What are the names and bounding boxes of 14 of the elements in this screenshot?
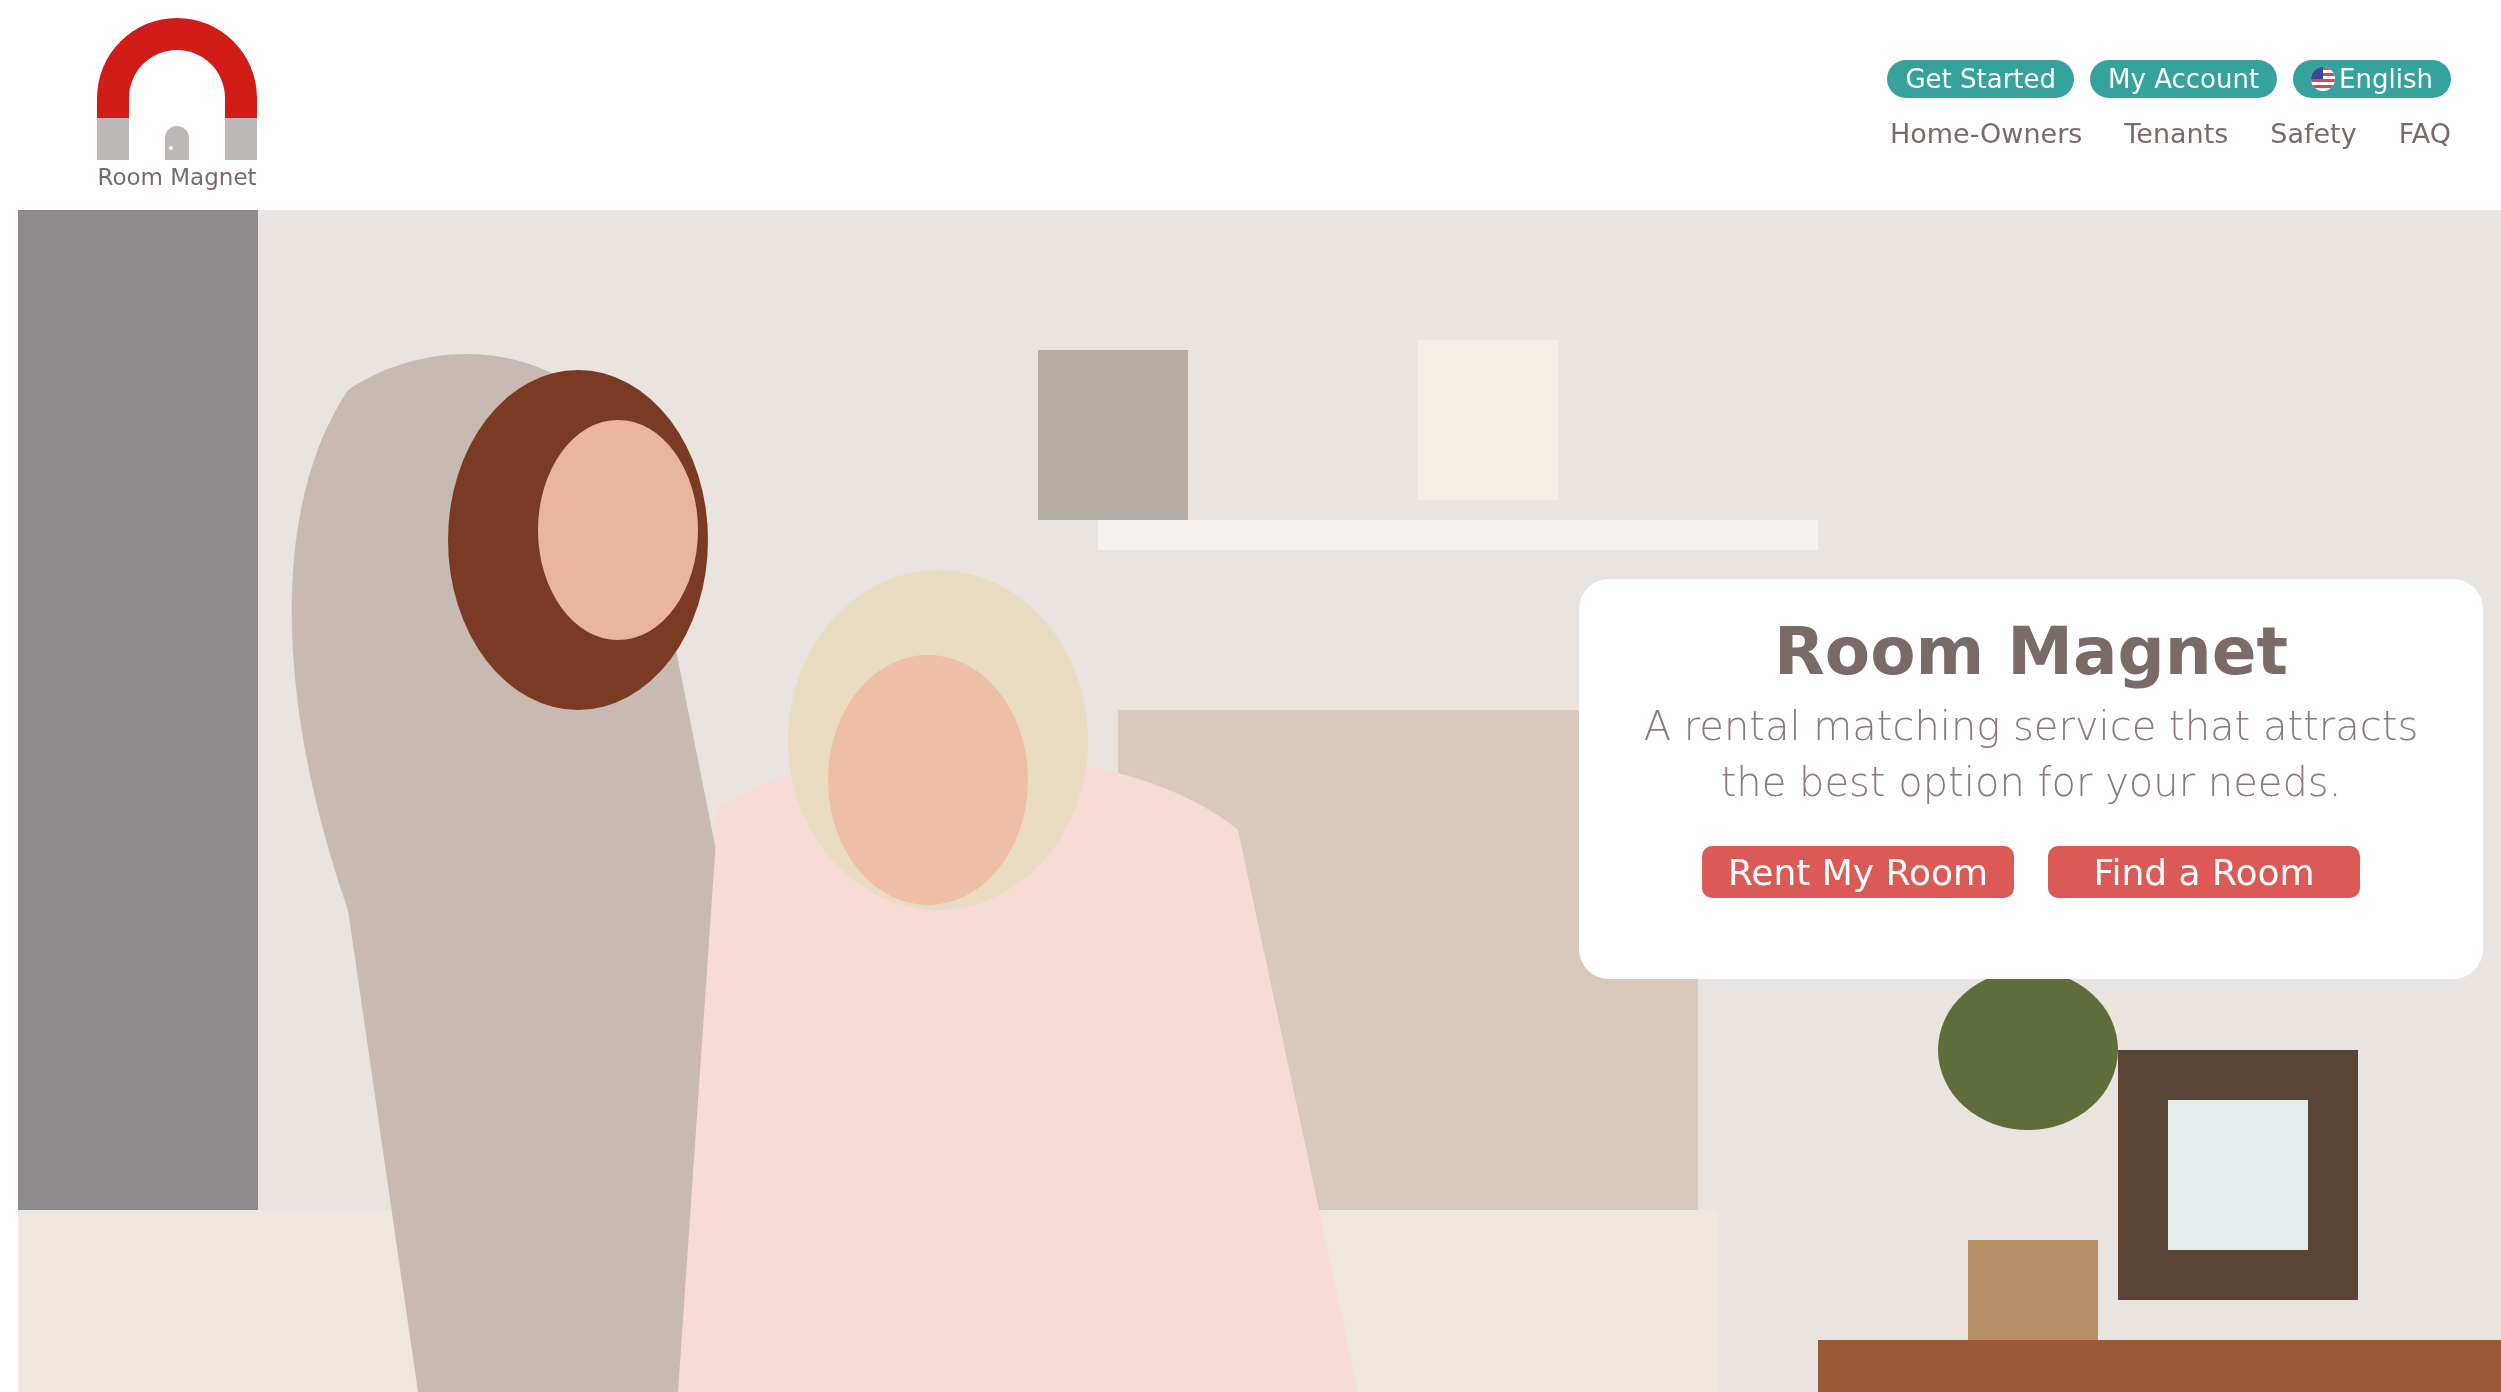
nav-link[interactable]: Home-Owners xyxy=(1889,118,2083,149)
header-button[interactable]: Get Started xyxy=(1887,60,2075,98)
header-button[interactable]: My Account xyxy=(2090,60,2278,98)
language-button[interactable]: English xyxy=(2293,60,2451,98)
card-subtitle: A rental matching service that attracts the best option for your needs. xyxy=(1642,702,2420,807)
flag-icon xyxy=(2311,67,2336,91)
card-title: Room Magnet xyxy=(1774,613,2288,690)
nav-link[interactable]: Safety xyxy=(2270,118,2357,149)
magnet-house-logo-icon xyxy=(97,18,257,160)
nav-link[interactable]: Tenants xyxy=(2124,118,2229,149)
logo-text: Room Magnet xyxy=(97,164,257,190)
cta-button[interactable]: Rent My Room xyxy=(1702,846,2014,898)
nav-link[interactable]: FAQ xyxy=(2398,118,2451,149)
cta-button[interactable]: Find a Room xyxy=(2048,846,2360,898)
